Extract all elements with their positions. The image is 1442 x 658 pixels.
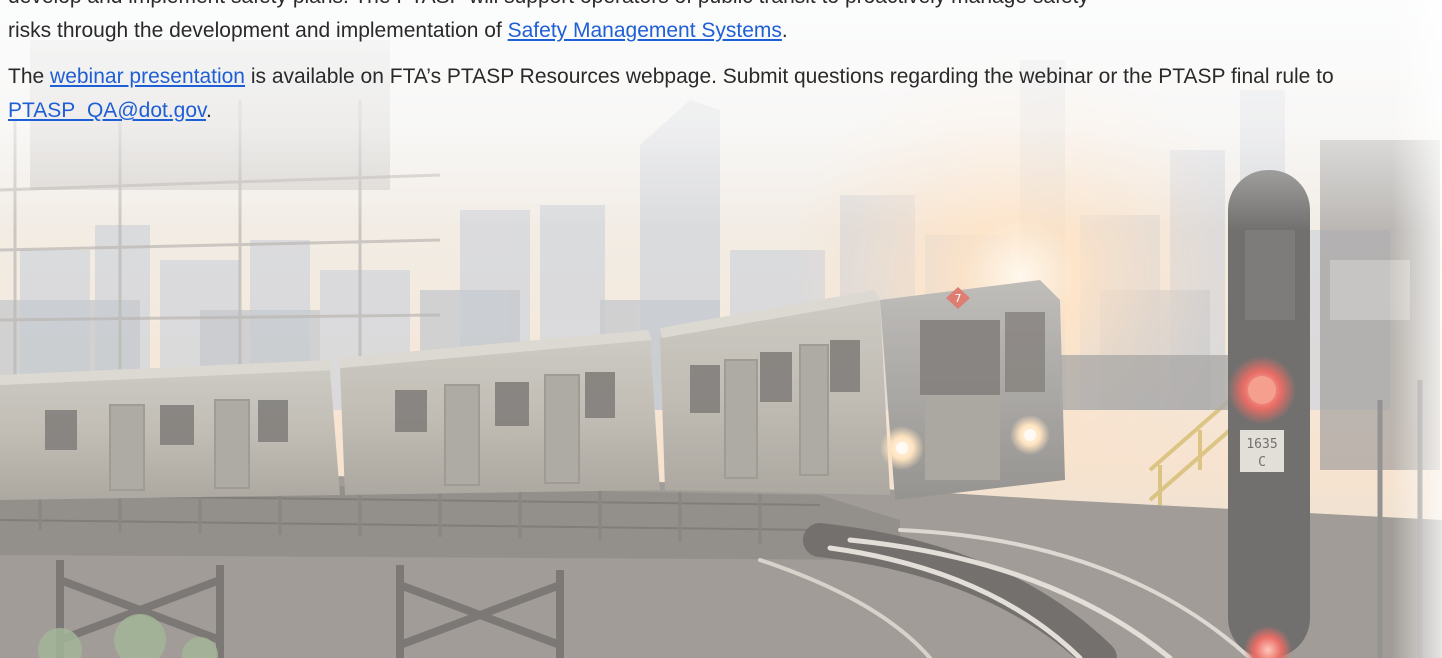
- paragraph-ptasp-rule: develop and implement safety plans. The …: [8, 0, 1428, 48]
- webinar-presentation-link[interactable]: webinar presentation: [50, 65, 245, 88]
- ptasp-email-link[interactable]: PTASP_QA@dot.gov: [8, 99, 206, 122]
- safety-management-systems-link[interactable]: Safety Management Systems: [508, 19, 782, 42]
- article-text: develop and implement safety plans. The …: [8, 0, 1428, 140]
- paragraph-2-period: .: [205, 99, 212, 122]
- paragraph-1-period: .: [781, 19, 788, 42]
- paragraph-1-text-prefix: risks through the development and implem…: [8, 19, 508, 42]
- paragraph-webinar: The webinar presentation is available on…: [8, 60, 1428, 128]
- paragraph-2-text-middle: is available on FTA’s PTASP Resources we…: [245, 65, 1334, 88]
- paragraph-1-line-1: develop and implement safety plans. The …: [8, 0, 1089, 8]
- paragraph-2-text-prefix: The: [8, 65, 51, 88]
